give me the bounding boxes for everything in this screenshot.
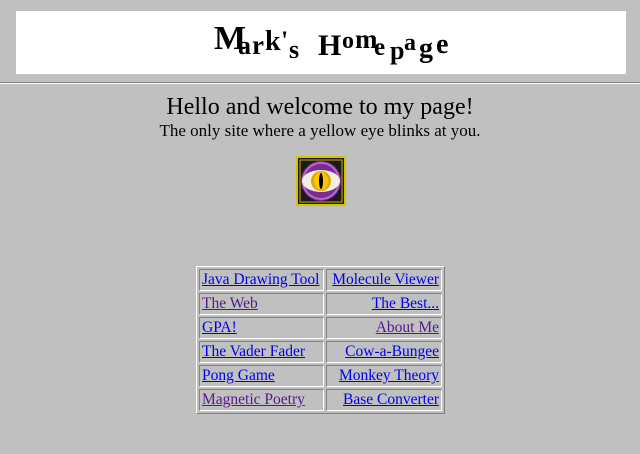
- title-letter: g: [419, 33, 433, 64]
- links-table: Java Drawing Tool Molecule Viewer The Web T…: [196, 266, 445, 414]
- blinking-yellow-eye-icon: [296, 156, 346, 206]
- links-row: The Vader Fader Cow-a-Bungee: [199, 341, 442, 363]
- links-cell: Monkey Theory: [326, 365, 442, 387]
- links-cell: Molecule Viewer: [326, 269, 442, 291]
- nav-link[interactable]: Molecule Viewer: [332, 271, 439, 288]
- title-letter: ': [281, 26, 289, 55]
- title-letter: o: [342, 28, 354, 54]
- title-letter: e: [374, 34, 386, 61]
- links-cell: GPA!: [199, 317, 324, 339]
- nav-link[interactable]: GPA!: [202, 319, 237, 336]
- nav-link[interactable]: Monkey Theory: [339, 367, 439, 384]
- welcome-tagline: The only site where a yellow eye blinks …: [159, 121, 481, 140]
- nav-link[interactable]: Pong Game: [202, 367, 275, 384]
- title-letter: H: [318, 29, 342, 62]
- welcome-heading: Hello and welcome to my page!: [166, 94, 474, 120]
- title-letter: s: [289, 35, 300, 64]
- nav-link[interactable]: About Me: [376, 319, 439, 336]
- eye-icon-graphic: [296, 156, 346, 206]
- links-row: Java Drawing Tool Molecule Viewer: [199, 269, 442, 291]
- links-cell: The Vader Fader: [199, 341, 324, 363]
- links-row: Magnetic Poetry Base Converter: [199, 389, 442, 411]
- links-cell: Cow-a-Bungee: [326, 341, 442, 363]
- links-row: The Web The Best...: [199, 293, 442, 315]
- links-row: GPA! About Me: [199, 317, 442, 339]
- links-cell: Magnetic Poetry: [199, 389, 324, 411]
- horizontal-rule: [0, 82, 640, 84]
- title-banner: M a r k ' s H o m e p a g e: [16, 11, 626, 74]
- nav-link[interactable]: Cow-a-Bungee: [345, 343, 439, 360]
- links-cell: About Me: [326, 317, 442, 339]
- links-cell: Pong Game: [199, 365, 324, 387]
- page-title-scrambled: M a r k ' s H o m e p a g e: [16, 11, 626, 74]
- links-row: Pong Game Monkey Theory: [199, 365, 442, 387]
- links-cell: The Web: [199, 293, 324, 315]
- title-letter: a: [404, 30, 416, 56]
- nav-link[interactable]: Java Drawing Tool: [202, 271, 319, 288]
- nav-link[interactable]: The Vader Fader: [202, 343, 305, 360]
- title-letter: r: [252, 30, 264, 60]
- links-cell: The Best...: [326, 293, 442, 315]
- title-letter: p: [390, 36, 405, 65]
- title-letter: a: [238, 31, 251, 60]
- nav-link[interactable]: Base Converter: [343, 391, 439, 408]
- nav-link[interactable]: The Web: [202, 295, 258, 312]
- title-letter: e: [436, 29, 449, 60]
- nav-link[interactable]: Magnetic Poetry: [202, 391, 305, 408]
- links-cell: Java Drawing Tool: [199, 269, 324, 291]
- title-letter: k: [265, 26, 281, 57]
- links-cell: Base Converter: [326, 389, 442, 411]
- nav-link[interactable]: The Best...: [372, 295, 439, 312]
